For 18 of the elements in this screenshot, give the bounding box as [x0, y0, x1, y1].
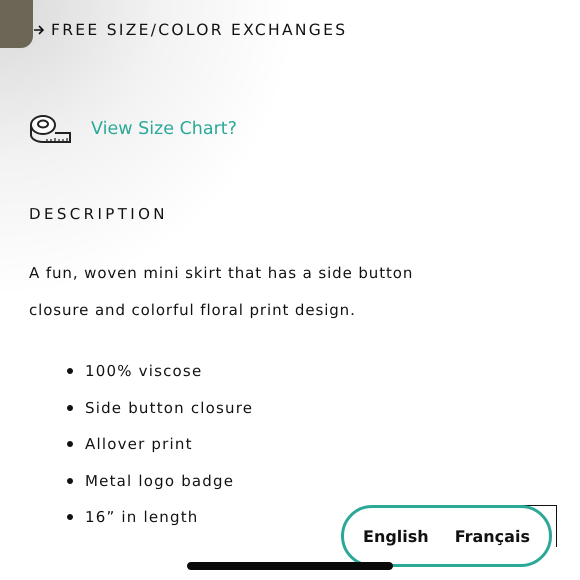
feature-text: 100% viscose [85, 362, 202, 380]
bullet-icon [67, 514, 73, 520]
feature-text: Side button closure [85, 398, 254, 417]
description-text: A fun, woven mini skirt that has a side button closure and colorful floral print design. [29, 263, 414, 321]
tab-shape [0, 0, 33, 48]
bullet-icon [67, 478, 73, 484]
feature-text: Allover print [85, 435, 193, 454]
feature-text: Metal logo badge [85, 472, 234, 490]
feature-text: 16” in length [85, 508, 198, 526]
bullet-icon [67, 404, 73, 411]
bullet-icon [67, 368, 73, 374]
language-option[interactable]: Français [454, 526, 530, 546]
tape-measure-icon [29, 114, 72, 144]
language-option[interactable]: English [363, 526, 429, 546]
bullet-icon [67, 441, 73, 448]
arrow-icon [33, 24, 45, 36]
banner-text: FREE SIZE/COLOR EXCHANGES [51, 21, 348, 39]
section-heading: DESCRIPTION [29, 205, 169, 223]
